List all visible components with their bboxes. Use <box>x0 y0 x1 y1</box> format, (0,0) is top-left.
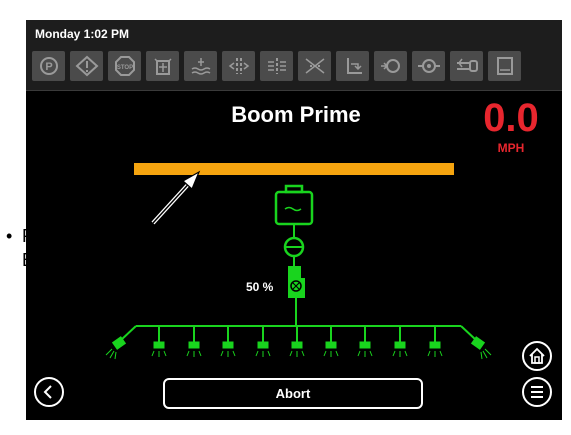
annotation-label: • Progress Bar <box>6 224 95 272</box>
annotation-line-2: Bar <box>22 250 51 270</box>
bullet-icon: • <box>6 226 13 246</box>
annotation-arrow <box>151 170 201 225</box>
annotation-line-1: Progress <box>22 226 95 246</box>
